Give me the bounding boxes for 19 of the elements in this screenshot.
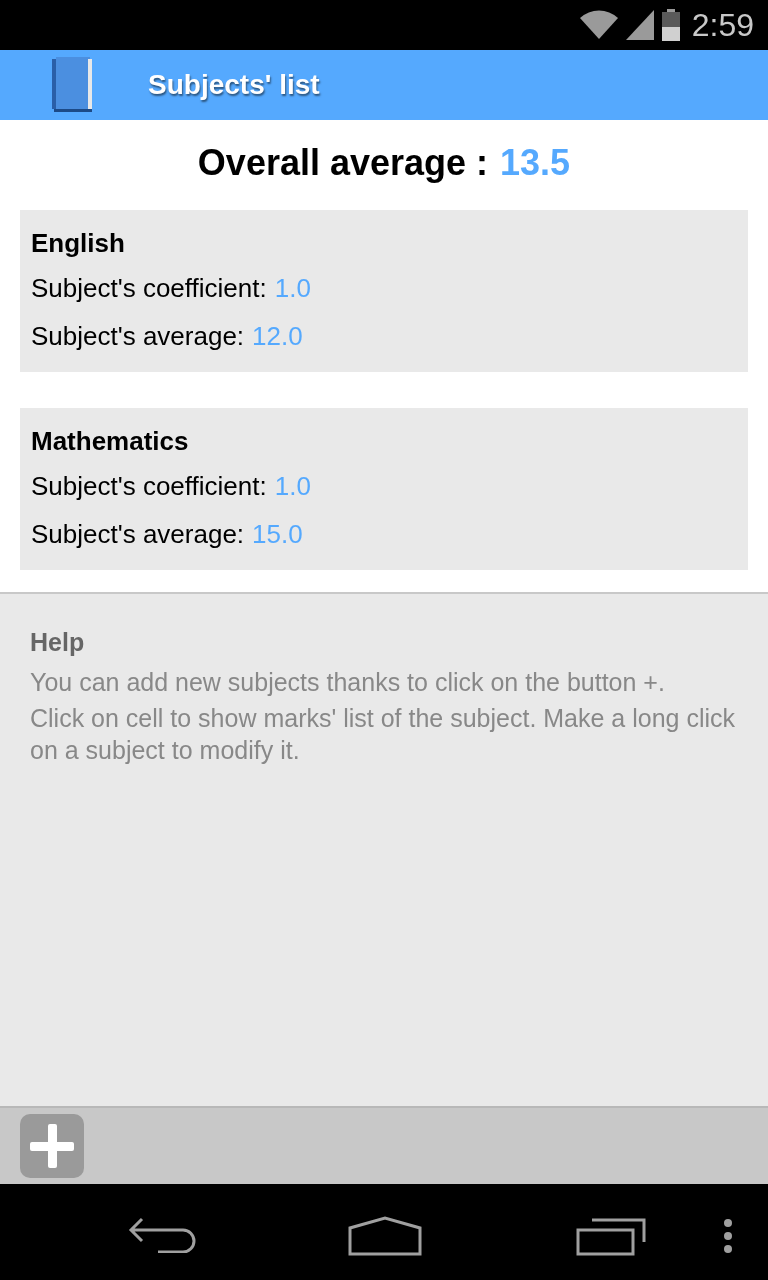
overall-average-label: Overall average : (197, 141, 489, 185)
average-label: Subject's average: (31, 517, 245, 551)
overall-average-value: 13.5 (500, 141, 571, 185)
subject-name: Mathematics (31, 425, 190, 458)
coefficient-value: 1.0 (274, 469, 311, 503)
help-text: Click on cell to show marks' list of the subject. Make a long click on a subject to modify it. (30, 702, 737, 766)
help-title: Help (30, 627, 86, 658)
average-label: Subject's average: (31, 319, 245, 353)
clock: 2:59 (691, 6, 754, 45)
coefficient-label: Subject's coefficient: (31, 469, 267, 503)
subject-card[interactable]: Mathematics Subject's coefficient: 1.0 Subject's average: 15.0 (20, 408, 748, 570)
average-value: 15.0 (252, 517, 303, 551)
coefficient-value: 1.0 (274, 271, 311, 305)
coefficient-label: Subject's coefficient: (31, 271, 267, 305)
screen-title: Subjects' list (148, 68, 320, 102)
subject-card[interactable]: English Subject's coefficient: 1.0 Subject's average: 12.0 (20, 210, 748, 372)
subject-name: English (31, 227, 126, 260)
average-value: 12.0 (252, 319, 303, 353)
help-text: You can add new subjects thanks to click on the button +. (30, 666, 666, 698)
